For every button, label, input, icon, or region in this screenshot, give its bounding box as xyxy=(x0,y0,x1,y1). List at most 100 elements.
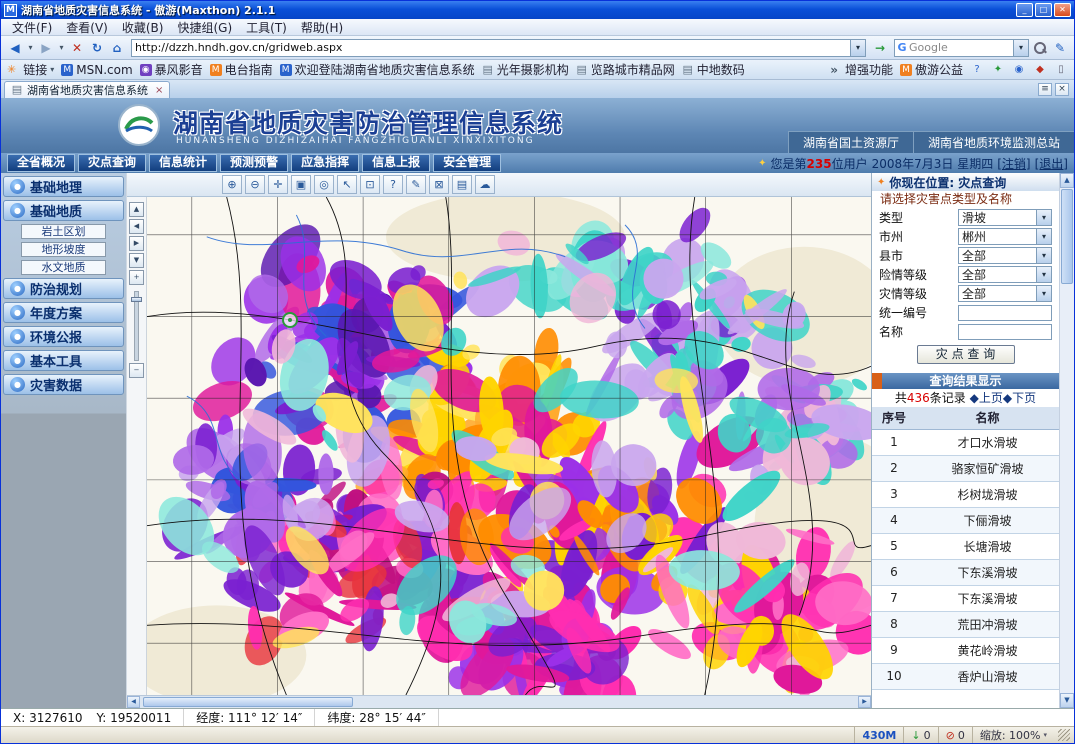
unified-id-input[interactable] xyxy=(958,305,1052,321)
logout-link[interactable]: [注销] xyxy=(997,155,1030,172)
table-row[interactable]: 6下东溪滑坡 xyxy=(872,559,1059,585)
pan-down-icon[interactable]: ▼ xyxy=(129,253,144,268)
scroll-left-icon[interactable]: ◀ xyxy=(127,696,140,708)
name-input[interactable] xyxy=(958,324,1052,340)
nav-tab-emergency[interactable]: 应急指挥 xyxy=(291,154,359,172)
sidebar-item-disaster-data[interactable]: ● 灾害数据 xyxy=(3,374,124,395)
link-geo-env-monitoring-station[interactable]: 湖南省地质环境监测总站 xyxy=(913,132,1074,153)
sidebar-sub-rock-zoning[interactable]: 岩土区划 xyxy=(21,224,106,239)
sidebar-item-prevention-plan[interactable]: ● 防治规划 xyxy=(3,278,124,299)
nav-tab-overview[interactable]: 全省概况 xyxy=(7,154,75,172)
table-row[interactable]: 4下俪滑坡 xyxy=(872,507,1059,533)
sidebar-item-annual-plan[interactable]: ● 年度方案 xyxy=(3,302,124,323)
address-dropdown-icon[interactable]: ▾ xyxy=(850,40,865,56)
table-row[interactable]: 1才口水滑坡 xyxy=(872,429,1059,455)
zoom-control[interactable]: 缩放: 100% ▾ xyxy=(972,727,1054,743)
feedback-icon[interactable]: ◆ xyxy=(1033,64,1047,75)
hscroll-thumb[interactable] xyxy=(143,697,353,707)
google-search-input[interactable] xyxy=(909,41,1013,54)
sidebar-sub-hydrogeology[interactable]: 水文地质 xyxy=(21,260,106,275)
link-zhongdi-digital[interactable]: ▤ 中地数码 xyxy=(682,61,745,78)
address-input[interactable] xyxy=(132,41,850,54)
scroll-up-icon[interactable]: ▲ xyxy=(1060,173,1074,188)
link-land-resources-dept[interactable]: 湖南省国土资源厅 xyxy=(788,132,913,153)
maxthon-icon[interactable]: M xyxy=(4,4,17,17)
zoom-in-icon[interactable]: ⊕ xyxy=(222,175,242,194)
download-counter[interactable]: ↓ 0 xyxy=(903,727,937,743)
menu-favorites[interactable]: 收藏(B) xyxy=(115,19,171,36)
type-select[interactable]: 滑坡 ▾ xyxy=(958,209,1052,226)
table-row[interactable]: 9黄花岭滑坡 xyxy=(872,637,1059,663)
minimize-button[interactable]: _ xyxy=(1016,3,1033,17)
menu-tools[interactable]: 工具(T) xyxy=(239,19,294,36)
close-button[interactable]: ✕ xyxy=(1054,3,1071,17)
exit-link[interactable]: [退出] xyxy=(1035,155,1068,172)
nav-tab-early-warning[interactable]: 预测预警 xyxy=(220,154,288,172)
chevron-down-icon[interactable]: ▾ xyxy=(1036,267,1051,282)
menu-groups[interactable]: 快捷组(G) xyxy=(170,19,239,36)
forward-icon[interactable]: ▶ xyxy=(37,39,55,57)
select-icon[interactable]: ↖ xyxy=(337,175,357,194)
map-horizontal-scrollbar[interactable]: ◀ ▶ xyxy=(127,695,871,708)
query-button[interactable]: 灾 点 查 询 xyxy=(917,345,1015,364)
select-box-icon[interactable]: ⊡ xyxy=(360,175,380,194)
maximize-button[interactable]: □ xyxy=(1035,3,1052,17)
table-row[interactable]: 8荒田冲滑坡 xyxy=(872,611,1059,637)
plugin-icon[interactable]: ✦ xyxy=(991,64,1005,75)
links-menu[interactable]: 链接 ▾ xyxy=(23,61,54,78)
tab-active[interactable]: ▤ 湖南省地质灾害信息系统 × xyxy=(4,81,170,98)
city-select[interactable]: 郴州 ▾ xyxy=(958,228,1052,245)
chevron-down-icon[interactable]: ▾ xyxy=(1036,229,1051,244)
pan-up-icon[interactable]: ▲ xyxy=(129,202,144,217)
zoom-out-icon[interactable]: ⊖ xyxy=(245,175,265,194)
links-overflow-button[interactable]: » xyxy=(830,63,838,77)
link-radio-guide[interactable]: M 电台指南 xyxy=(210,61,273,78)
link-welcome-system[interactable]: M 欢迎登陆湖南省地质灾害信息系统 xyxy=(280,61,475,78)
recycle-bin-icon[interactable]: ▯ xyxy=(1054,64,1068,75)
weather-icon[interactable]: ☁ xyxy=(475,175,495,194)
zoom-slider[interactable] xyxy=(134,291,139,361)
link-storm-player[interactable]: ◉ 暴风影音 xyxy=(140,61,203,78)
tab-list-icon[interactable]: ≡ xyxy=(1038,83,1052,96)
chevron-down-icon[interactable]: ▾ xyxy=(1036,210,1051,225)
chevron-down-icon[interactable]: ▾ xyxy=(1036,286,1051,301)
sidebar-item-base-geography[interactable]: ● 基础地理 xyxy=(3,176,124,197)
popup-block-counter[interactable]: ⊘ 0 xyxy=(938,727,972,743)
search-engine-dropdown-icon[interactable]: ▾ xyxy=(1013,40,1028,56)
table-row[interactable]: 3杉树垅滑坡 xyxy=(872,481,1059,507)
zoom-dropdown-icon[interactable]: ▾ xyxy=(1043,731,1047,739)
center-icon[interactable]: ◎ xyxy=(314,175,334,194)
scroll-right-icon[interactable]: ▶ xyxy=(858,696,871,708)
chevron-down-icon[interactable]: ▾ xyxy=(1036,248,1051,263)
identify-icon[interactable]: ? xyxy=(383,175,403,194)
pan-right-icon[interactable]: ▶ xyxy=(129,236,144,251)
page-vertical-scrollbar[interactable]: ▲ ▼ xyxy=(1059,173,1074,708)
next-page-link[interactable]: ◆下页 xyxy=(1003,391,1036,405)
nav-tab-disaster-query[interactable]: 灾点查询 xyxy=(78,154,146,172)
back-icon[interactable]: ◀ xyxy=(6,39,24,57)
home-icon[interactable]: ⌂ xyxy=(108,39,126,57)
nav-tab-admin[interactable]: 安全管理 xyxy=(433,154,501,172)
link-city-boutique[interactable]: ▤ 览路城市精品网 xyxy=(576,61,675,78)
nav-tab-info-report[interactable]: 信息上报 xyxy=(362,154,430,172)
link-enhancements[interactable]: 增强功能 xyxy=(845,61,893,78)
link-maxthon-charity[interactable]: M 傲游公益 xyxy=(900,61,963,78)
print-icon[interactable]: ▤ xyxy=(452,175,472,194)
refresh-icon[interactable]: ↻ xyxy=(88,39,106,57)
table-row[interactable]: 5长塘滑坡 xyxy=(872,533,1059,559)
resize-grip[interactable] xyxy=(1058,729,1070,741)
geological-map[interactable] xyxy=(147,197,871,695)
tabbar-close-icon[interactable]: × xyxy=(1055,83,1069,96)
table-row[interactable]: 10香炉山滑坡 xyxy=(872,663,1059,689)
sidebar-item-basic-tools[interactable]: ● 基本工具 xyxy=(3,350,124,371)
disaster-level-select[interactable]: 全部 ▾ xyxy=(958,285,1052,302)
forward-dropdown-icon[interactable]: ▾ xyxy=(57,43,66,52)
zoom-plus-icon[interactable]: + xyxy=(129,270,144,285)
table-row[interactable]: 7下东溪滑坡 xyxy=(872,585,1059,611)
community-icon[interactable]: ◉ xyxy=(1012,64,1026,75)
menu-file[interactable]: 文件(F) xyxy=(5,19,59,36)
link-msn[interactable]: M MSN.com xyxy=(61,63,132,77)
sidebar-sub-terrain-slope[interactable]: 地形坡度 xyxy=(21,242,106,257)
tab-close-icon[interactable]: × xyxy=(155,85,163,96)
pan-icon[interactable]: ✛ xyxy=(268,175,288,194)
